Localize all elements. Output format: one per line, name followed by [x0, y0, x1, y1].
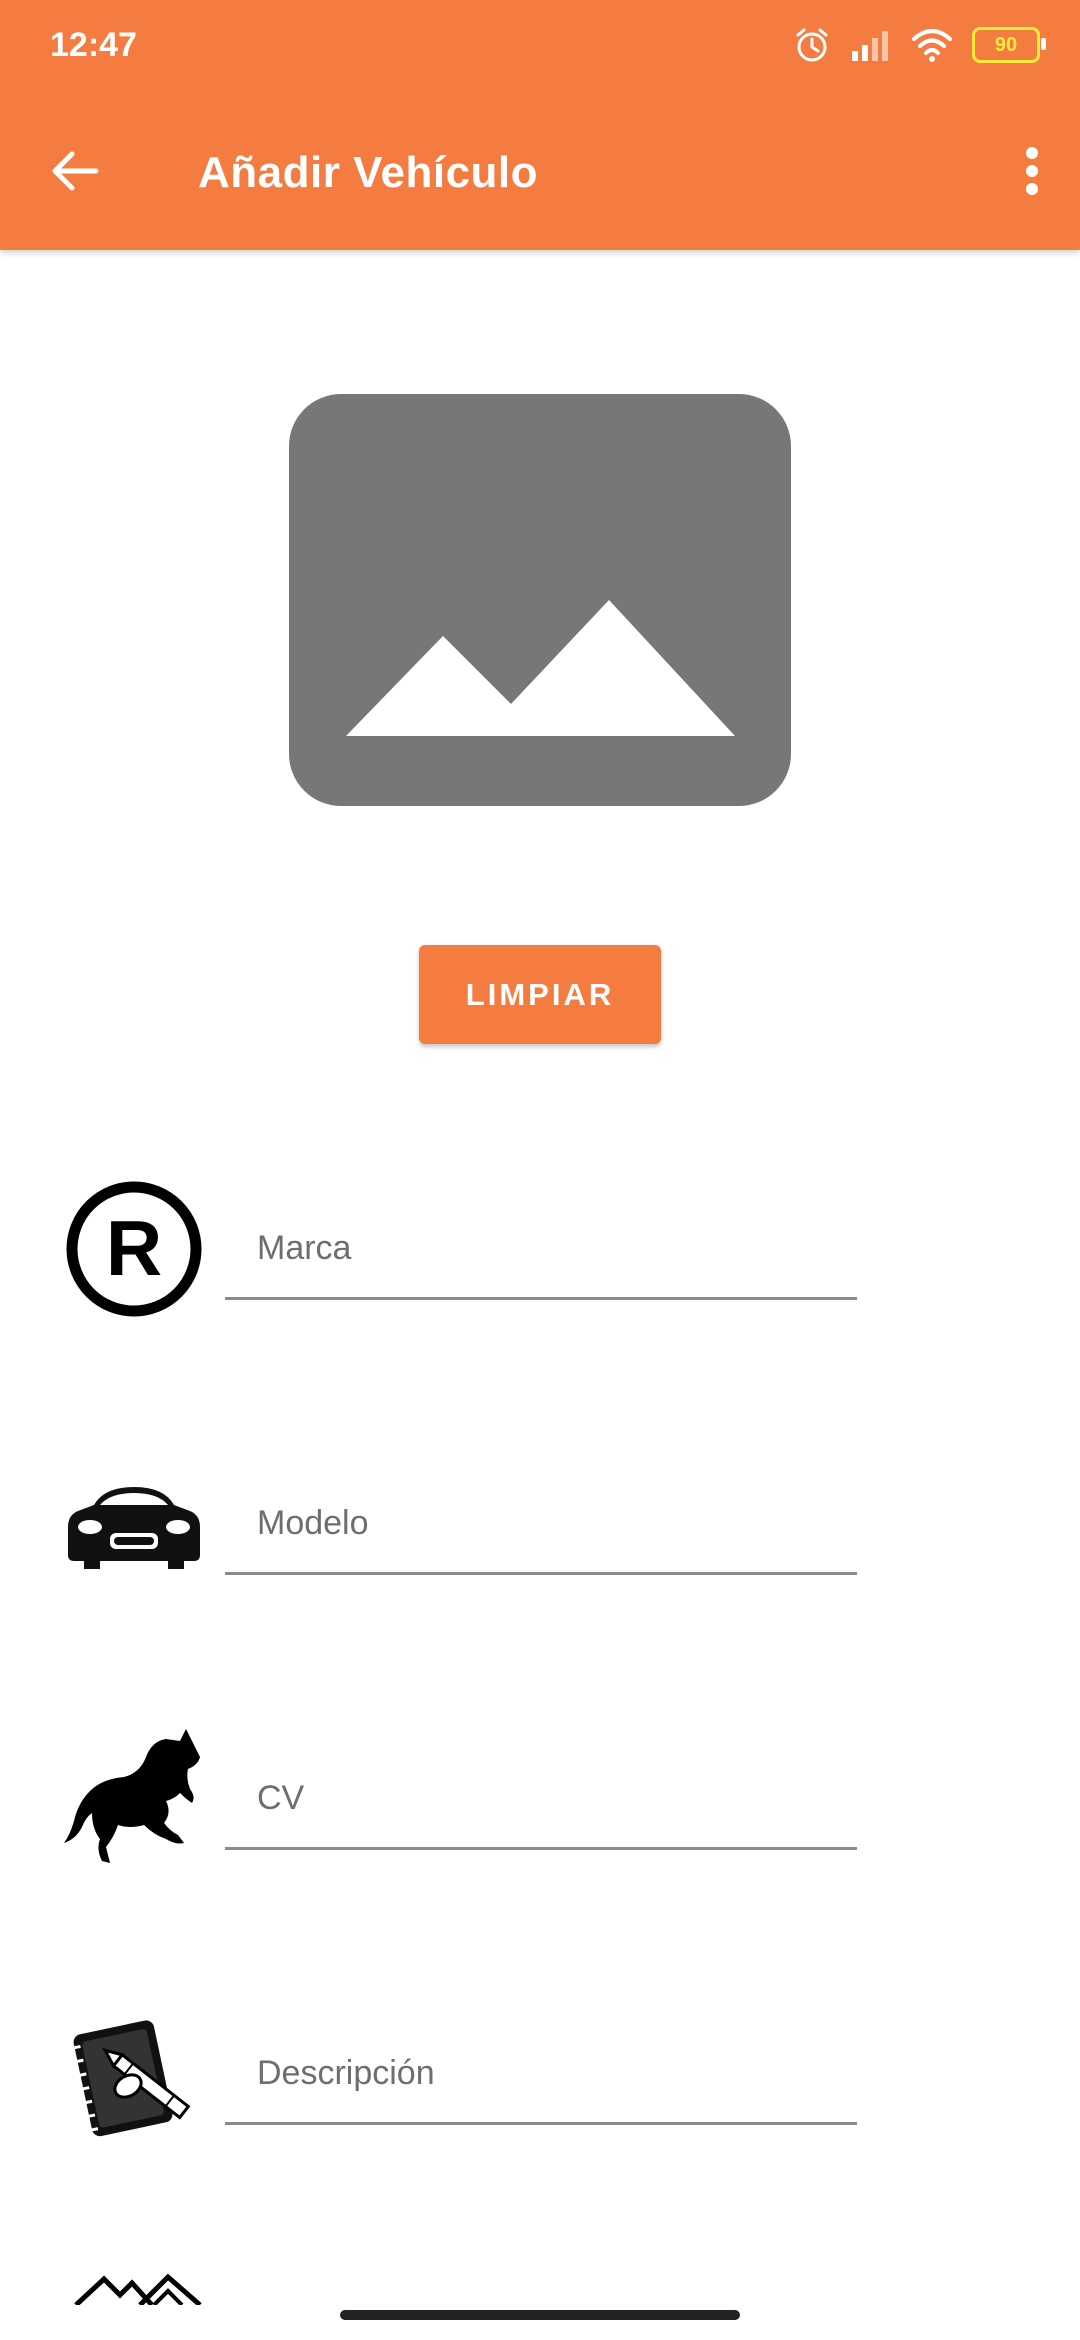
brand-field-row: R [0, 1160, 1080, 1340]
app-bar: 12:47 90 Añadir Vehículo [0, 0, 1080, 250]
battery-level: 90 [994, 33, 1018, 56]
brand-input[interactable] [225, 1200, 857, 1300]
arrow-left-icon [50, 149, 100, 198]
wifi-icon [910, 27, 954, 63]
model-input[interactable] [225, 1475, 857, 1575]
car-icon [62, 1453, 206, 1597]
horsepower-input[interactable] [225, 1750, 857, 1850]
svg-text:R: R [106, 1204, 162, 1292]
home-indicator[interactable] [340, 2310, 740, 2320]
description-input[interactable] [225, 2025, 857, 2125]
notebook-icon [62, 2005, 206, 2149]
battery-icon: 90 [972, 27, 1046, 63]
vehicle-image-picker[interactable] [289, 394, 791, 806]
alarm-icon [792, 25, 832, 65]
page-title: Añadir Vehículo [198, 148, 539, 197]
description-field-row [0, 1985, 1080, 2165]
overflow-menu-button[interactable] [1002, 140, 1062, 206]
mountain-icon [70, 2265, 210, 2305]
status-time: 12:47 [50, 26, 137, 64]
image-placeholder-icon [289, 600, 791, 806]
more-vert-icon [1024, 146, 1040, 201]
model-field-row [0, 1435, 1080, 1615]
horse-icon [62, 1720, 206, 1864]
signal-icon [850, 27, 892, 63]
clear-button[interactable]: LIMPIAR [419, 945, 661, 1044]
horsepower-field-row [0, 1710, 1080, 1890]
registered-trademark-icon: R [62, 1177, 206, 1321]
back-button[interactable] [40, 138, 110, 208]
status-icons: 90 [792, 24, 1046, 66]
